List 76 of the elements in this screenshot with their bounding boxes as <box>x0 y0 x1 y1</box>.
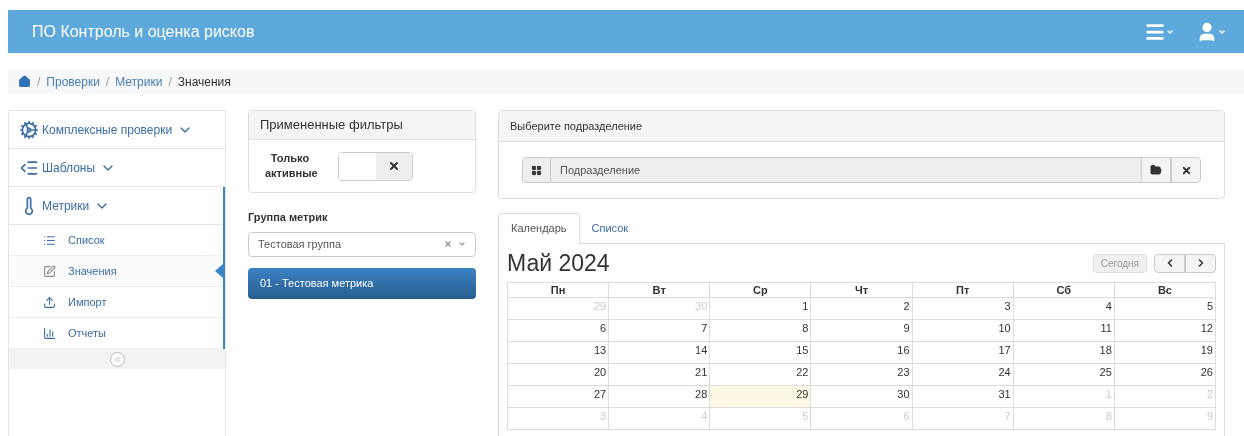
day-cell[interactable]: 13 <box>508 342 610 364</box>
day-cell[interactable]: 24 <box>912 364 1014 386</box>
day-cell[interactable]: 4 <box>1013 298 1115 320</box>
day-cell[interactable]: 7 <box>609 320 711 342</box>
day-cell[interactable]: 19 <box>1114 342 1216 364</box>
day-cell[interactable]: 20 <box>508 364 610 386</box>
day-cell[interactable]: 10 <box>912 320 1014 342</box>
clear-icon[interactable] <box>444 240 452 248</box>
close-icon <box>388 160 400 172</box>
weekday-header: Пн <box>508 283 610 298</box>
app-title: ПО Контроль и оценка рисков <box>32 21 255 42</box>
field-label: Группа метрик <box>248 210 329 225</box>
day-cell[interactable]: 8 <box>710 320 812 342</box>
day-cell[interactable]: 18 <box>1013 342 1115 364</box>
breadcrumb-link[interactable]: Метрики <box>115 72 163 91</box>
panel-title: Выберите подразделение <box>499 111 1224 142</box>
submenu-item[interactable]: Импорт <box>9 287 223 318</box>
day-cell[interactable]: 3 <box>912 298 1014 320</box>
day-cell[interactable]: 6 <box>508 320 610 342</box>
next-button[interactable] <box>1185 253 1216 273</box>
grid-icon <box>531 164 542 176</box>
clear-button[interactable] <box>1171 157 1201 183</box>
toggle-switch[interactable] <box>338 151 413 181</box>
day-cell[interactable]: 30 <box>811 386 913 408</box>
breadcrumb-link[interactable]: Проверки <box>46 72 100 91</box>
day-cell[interactable]: 17 <box>912 342 1014 364</box>
metric-group-select[interactable]: Тестовая группа <box>248 231 476 257</box>
collapse-sidebar-button[interactable] <box>109 351 125 367</box>
tab[interactable]: Календарь <box>498 213 580 244</box>
weekday-header: Ср <box>710 283 812 298</box>
bar-chart-icon <box>43 326 56 340</box>
list-icon <box>43 233 56 247</box>
weekday-header: Чт <box>811 283 913 298</box>
tab[interactable]: Список <box>579 213 641 243</box>
day-cell[interactable]: 12 <box>1114 320 1216 342</box>
home-icon[interactable] <box>18 75 31 88</box>
double-chevron-left-icon <box>112 354 122 364</box>
weekday-header: Вт <box>609 283 711 298</box>
day-cell[interactable]: 23 <box>811 364 913 386</box>
breadcrumb-separator: / <box>105 73 110 91</box>
breadcrumb-separator: / <box>37 73 41 91</box>
day-cell[interactable]: 26 <box>1114 364 1216 386</box>
day-cell[interactable]: 5 <box>1114 298 1216 320</box>
dropdown-icon[interactable] <box>458 240 466 248</box>
weekday-header: Сб <box>1013 283 1115 298</box>
unit-field[interactable]: Подразделение <box>551 157 1141 183</box>
day-cell[interactable]: 15 <box>710 342 812 364</box>
day-cell[interactable]: 21 <box>609 364 711 386</box>
day-cell[interactable]: 16 <box>811 342 913 364</box>
day-cell[interactable]: 29 <box>710 386 812 408</box>
day-cell[interactable]: 27 <box>508 386 610 408</box>
weekday-header: Вс <box>1114 283 1216 298</box>
breadcrumb-separator: / <box>168 73 172 91</box>
breadcrumb-current: Значения <box>177 73 231 91</box>
close-icon <box>1180 164 1192 176</box>
gear-icon <box>19 119 39 140</box>
day-cell[interactable]: 1 <box>710 298 812 320</box>
edit-icon <box>43 264 56 278</box>
calendar-title: Май 2024 <box>507 248 610 278</box>
metric-item[interactable]: 01 - Тестовая метрика <box>248 267 476 299</box>
upload-icon <box>43 295 56 309</box>
previous-button[interactable] <box>1154 253 1185 273</box>
day-cell[interactable]: 25 <box>1013 364 1115 386</box>
submenu-item[interactable]: Значения <box>9 256 223 287</box>
browse-button[interactable] <box>1141 157 1171 183</box>
day-cell[interactable]: 14 <box>609 342 711 364</box>
folder-icon <box>1150 164 1162 176</box>
day-cell[interactable]: 31 <box>912 386 1014 408</box>
day-cell[interactable]: 11 <box>1013 320 1115 342</box>
panel-title: Примененные фильтры <box>249 111 475 140</box>
sidebar-item[interactable]: Комплексные проверки <box>9 111 225 149</box>
weekday-header: Пт <box>912 283 1014 298</box>
day-cell[interactable]: 9 <box>811 320 913 342</box>
sidebar-item[interactable]: Метрики <box>9 187 223 225</box>
sidebar-item[interactable]: Шаблоны <box>9 149 225 187</box>
day-cell[interactable]: 2 <box>811 298 913 320</box>
